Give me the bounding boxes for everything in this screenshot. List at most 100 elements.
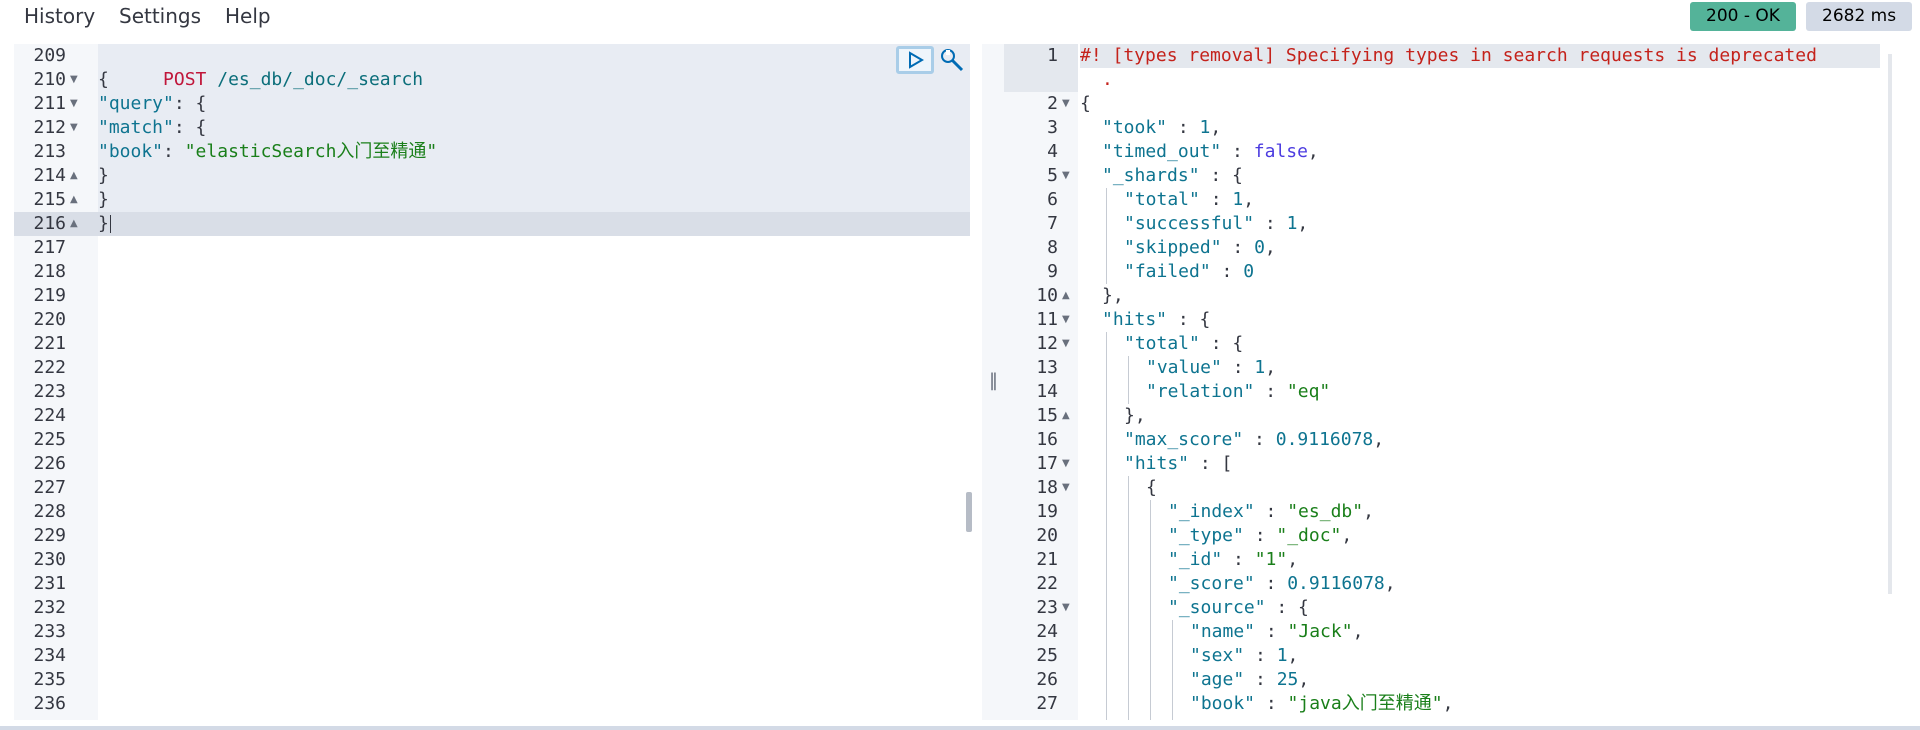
line-number: 11 — [1036, 309, 1058, 330]
fold-open-icon[interactable]: ▼ — [1062, 308, 1070, 332]
line-number: 13 — [1036, 357, 1058, 378]
fold-open-icon[interactable]: ▼ — [70, 116, 78, 140]
json-string: "java入门至精通" — [1287, 693, 1443, 714]
line-number: 25 — [1036, 645, 1058, 666]
json-string: "1" — [1254, 549, 1288, 570]
json-number: 1 — [1232, 189, 1244, 210]
request-code[interactable]: POST /es_db/_doc/_search { "query": { "m… — [98, 44, 970, 720]
json-key: "total" — [1124, 333, 1200, 354]
indent-guide — [1150, 500, 1151, 720]
line-number: 26 — [1036, 669, 1058, 690]
json-string: "_doc" — [1276, 525, 1342, 546]
line-number: 224 — [33, 405, 66, 426]
line-number: 16 — [1036, 429, 1058, 450]
response-viewer[interactable]: 1 2 ▼ 3 4 5 ▼ 6 7 8 9 10 ▲ 11 ▼ 12 ▼ 13 14 15 ▲ 16 17 ▼ 18 ▼ 19 20 2… — [1004, 44, 1920, 720]
json-punct: : — [163, 141, 185, 162]
top-menu-bar: History Settings Help 200 - OK 2682 ms — [0, 0, 1920, 34]
json-key: "_score" — [1168, 573, 1255, 594]
line-number: 227 — [33, 477, 66, 498]
fold-close-icon[interactable]: ▲ — [70, 212, 78, 236]
json-number: 25 — [1276, 669, 1299, 690]
line-number: 218 — [33, 261, 66, 282]
line-number: 234 — [33, 645, 66, 666]
menu-help[interactable]: Help — [225, 4, 271, 28]
json-number: 1 — [1286, 213, 1298, 234]
line-number: 235 — [33, 669, 66, 690]
json-number: 0 — [1243, 261, 1255, 282]
fold-close-icon[interactable]: ▲ — [70, 164, 78, 188]
code-line: { — [1080, 93, 1091, 114]
fold-close-icon[interactable]: ▲ — [70, 188, 78, 212]
request-actions-button[interactable] — [938, 46, 966, 74]
send-request-button[interactable] — [896, 46, 934, 74]
json-key: "query" — [98, 93, 174, 114]
request-editor[interactable]: 209 210 ▼ 211 ▼ 212 ▼ 213 214 ▲ 215 ▲ 216 ▲ 217 218 219 2… — [14, 44, 982, 720]
indent-guide — [1106, 188, 1107, 284]
line-number: 231 — [33, 573, 66, 594]
json-number: 0 — [1254, 237, 1265, 258]
line-number: 4 — [1047, 141, 1058, 162]
json-string: "eq" — [1286, 381, 1331, 402]
indent-guide — [1128, 476, 1129, 720]
json-number: 1 — [1254, 357, 1266, 378]
line-number: 18 — [1036, 477, 1058, 498]
code-line: }, — [1124, 405, 1146, 426]
json-key: "_shards" — [1102, 165, 1200, 186]
json-key: "_id" — [1168, 549, 1223, 570]
fold-open-icon[interactable]: ▼ — [1062, 596, 1070, 620]
menu-settings[interactable]: Settings — [119, 4, 201, 28]
json-number: 0.9116078 — [1275, 429, 1374, 450]
fold-open-icon[interactable]: ▼ — [1062, 332, 1070, 356]
fold-close-icon[interactable]: ▲ — [1062, 404, 1070, 428]
json-key: "book" — [98, 141, 164, 162]
line-number: 23 — [1036, 597, 1058, 618]
line-number: 19 — [1036, 501, 1058, 522]
line-number: 209 — [33, 45, 66, 66]
json-key: "hits" — [1124, 453, 1190, 474]
json-bool: false — [1253, 141, 1308, 162]
json-key: "sex" — [1190, 645, 1245, 666]
line-number: 15 — [1036, 405, 1058, 426]
line-number: 225 — [33, 429, 66, 450]
json-key: "took" — [1102, 117, 1168, 138]
fold-open-icon[interactable]: ▼ — [70, 92, 78, 116]
line-number: 222 — [33, 357, 66, 378]
fold-open-icon[interactable]: ▼ — [1062, 476, 1070, 500]
json-key: "skipped" — [1124, 237, 1222, 258]
json-string: "es_db" — [1287, 501, 1364, 522]
line-number: 6 — [1047, 189, 1058, 210]
json-key: "_source" — [1168, 597, 1266, 618]
response-code: #! [types removal] Specifying types in s… — [1080, 44, 1890, 720]
line-number: 236 — [33, 693, 66, 714]
line-number: 215 — [33, 189, 66, 210]
fold-close-icon[interactable]: ▲ — [1062, 284, 1070, 308]
fold-open-icon[interactable]: ▼ — [70, 68, 78, 92]
json-key: "match" — [98, 117, 174, 138]
request-scrollbar[interactable] — [966, 492, 972, 532]
line-number: 229 — [33, 525, 66, 546]
line-number: 8 — [1047, 237, 1058, 258]
response-scrollbar[interactable] — [1888, 54, 1892, 594]
line-number: 10 — [1036, 285, 1058, 306]
play-icon — [909, 51, 924, 69]
line-number: 17 — [1036, 453, 1058, 474]
json-key: "timed_out" — [1102, 141, 1222, 162]
menu-history[interactable]: History — [24, 4, 95, 28]
json-key: "name" — [1190, 621, 1256, 642]
json-key: "relation" — [1146, 381, 1255, 402]
line-number: 214 — [33, 165, 66, 186]
line-number: 212 — [33, 117, 66, 138]
code-line: } — [98, 189, 109, 210]
line-number: 12 — [1036, 333, 1058, 354]
deprecation-warning: #! [types removal] Specifying types in s… — [1080, 45, 1817, 66]
line-number: 221 — [33, 333, 66, 354]
indent-guide — [1128, 356, 1129, 404]
json-punct: : { — [173, 117, 207, 138]
json-number: 0.9116078 — [1287, 573, 1385, 594]
line-number: 5 — [1047, 165, 1058, 186]
fold-open-icon[interactable]: ▼ — [1062, 92, 1070, 116]
fold-open-icon[interactable]: ▼ — [1062, 164, 1070, 188]
line-number: 21 — [1036, 549, 1058, 570]
fold-open-icon[interactable]: ▼ — [1062, 452, 1070, 476]
resize-handle-icon[interactable]: ‖ — [989, 370, 998, 391]
